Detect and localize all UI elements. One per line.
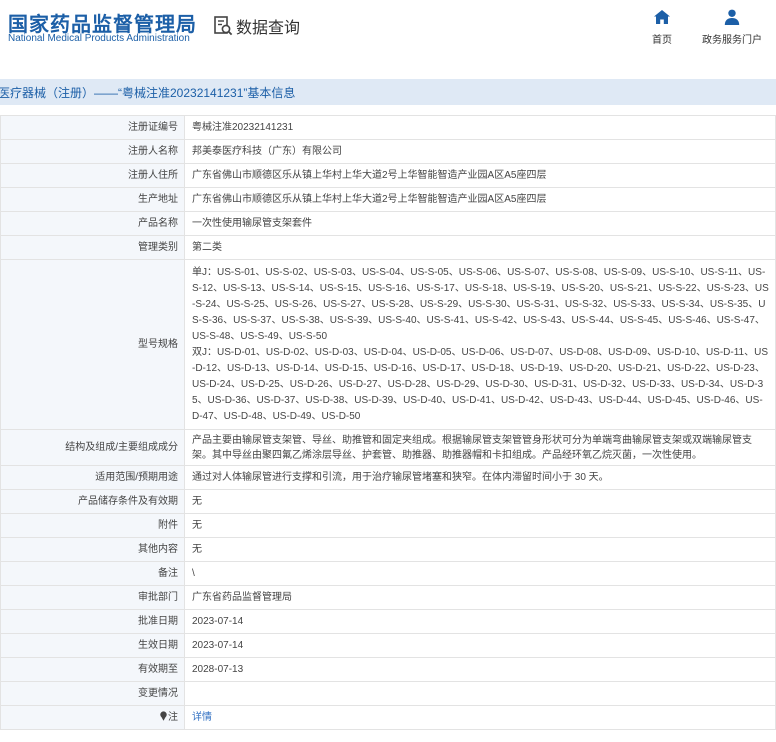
pin-icon [160, 710, 167, 721]
row-value: 详情 [184, 705, 776, 730]
table-row: 管理类别 第二类 [0, 235, 776, 260]
model-spec-single-j: 单J：US-S-01、US-S-02、US-S-03、US-S-04、US-S-… [192, 266, 769, 342]
row-value: 粤械注准20232141231 [184, 115, 776, 140]
row-value: 无 [184, 537, 776, 562]
table-row: 备注 \ [0, 561, 776, 586]
row-label-note: 注 [0, 705, 185, 730]
row-value: 广东省佛山市顺德区乐从镇上华村上华大道2号上华智能智造产业园A区A5座四层 [184, 163, 776, 188]
table-row: 注册人住所 广东省佛山市顺德区乐从镇上华村上华大道2号上华智能智造产业园A区A5… [0, 163, 776, 188]
table-row: 结构及组成/主要组成成分 产品主要由输尿管支架管、导丝、助推管和固定夹组成。根据… [0, 429, 776, 466]
nav-gov-service-portal[interactable]: 政务服务门户 [702, 8, 762, 46]
site-header: 国家药品监督管理局 National Medical Products Admi… [0, 0, 776, 60]
table-row: 批准日期 2023-07-14 [0, 609, 776, 634]
row-value: 邦美泰医疗科技（广东）有限公司 [184, 139, 776, 164]
note-label: 注 [168, 711, 178, 723]
row-value: 无 [184, 513, 776, 538]
table-row: 审批部门 广东省药品监督管理局 [0, 585, 776, 610]
row-value: 产品主要由输尿管支架管、导丝、助推管和固定夹组成。根据输尿管支架管管身形状可分为… [184, 429, 776, 466]
table-row: 其他内容 无 [0, 537, 776, 562]
table-row: 生效日期 2023-07-14 [0, 633, 776, 658]
nav-home[interactable]: 首页 [632, 8, 692, 46]
nav-gov-label: 政务服务门户 [702, 35, 762, 46]
row-label: 附件 [0, 513, 185, 538]
row-label: 适用范围/预期用途 [0, 465, 185, 490]
row-label: 注册证编号 [0, 115, 185, 140]
row-label: 变更情况 [0, 681, 185, 706]
row-label: 生效日期 [0, 633, 185, 658]
row-value: 2023-07-14 [184, 609, 776, 634]
details-link[interactable]: 详情 [192, 712, 212, 723]
row-value: 2023-07-14 [184, 633, 776, 658]
row-label: 结构及组成/主要组成成分 [0, 429, 185, 466]
row-value: 无 [184, 489, 776, 514]
row-value: 2028-07-13 [184, 657, 776, 682]
user-icon [724, 9, 740, 25]
table-row-model-spec: 型号规格 单J：US-S-01、US-S-02、US-S-03、US-S-04、… [0, 259, 776, 430]
table-row: 产品名称 一次性使用输尿管支架套件 [0, 211, 776, 236]
site-logo-subtitle: National Medical Products Administration [8, 33, 190, 44]
row-label: 审批部门 [0, 585, 185, 610]
row-label: 型号规格 [0, 259, 185, 430]
row-label: 有效期至 [0, 657, 185, 682]
data-query-link[interactable]: 数据查询 [213, 13, 300, 39]
row-label: 批准日期 [0, 609, 185, 634]
table-row: 注 详情 [0, 705, 776, 730]
row-value: 第二类 [184, 235, 776, 260]
row-value: \ [184, 561, 776, 586]
row-value: 广东省药品监督管理局 [184, 585, 776, 610]
row-label: 其他内容 [0, 537, 185, 562]
row-value: 广东省佛山市顺德区乐从镇上华村上华大道2号上华智能智造产业园A区A5座四层 [184, 187, 776, 212]
row-label: 注册人住所 [0, 163, 185, 188]
table-row: 有效期至 2028-07-13 [0, 657, 776, 682]
row-value [184, 681, 776, 706]
page-title: 医疗器械（注册）——“粤械注准20232141231”基本信息 [0, 86, 296, 100]
table-row: 附件 无 [0, 513, 776, 538]
search-document-icon [214, 16, 233, 36]
row-label: 产品名称 [0, 211, 185, 236]
page-title-bar: 医疗器械（注册）——“粤械注准20232141231”基本信息 [0, 79, 776, 105]
row-label: 注册人名称 [0, 139, 185, 164]
detail-table: 注册证编号 粤械注准20232141231 注册人名称 邦美泰医疗科技（广东）有… [0, 115, 776, 730]
table-row: 适用范围/预期用途 通过对人体输尿管进行支撑和引流，用于治疗输尿管堵塞和狭窄。在… [0, 465, 776, 490]
row-label: 生产地址 [0, 187, 185, 212]
row-label: 备注 [0, 561, 185, 586]
nav-home-label: 首页 [652, 35, 672, 46]
table-row: 产品储存条件及有效期 无 [0, 489, 776, 514]
model-spec-double-j: 双J：US-D-01、US-D-02、US-D-03、US-D-04、US-D-… [192, 346, 769, 422]
row-label: 管理类别 [0, 235, 185, 260]
table-row: 注册人名称 邦美泰医疗科技（广东）有限公司 [0, 139, 776, 164]
table-row: 生产地址 广东省佛山市顺德区乐从镇上华村上华大道2号上华智能智造产业园A区A5座… [0, 187, 776, 212]
home-icon [654, 10, 670, 24]
row-value: 单J：US-S-01、US-S-02、US-S-03、US-S-04、US-S-… [184, 259, 776, 430]
data-query-label: 数据查询 [236, 20, 301, 37]
row-value: 通过对人体输尿管进行支撑和引流，用于治疗输尿管堵塞和狭窄。在体内滞留时间小于 3… [184, 465, 776, 490]
table-row: 变更情况 [0, 681, 776, 706]
row-label: 产品储存条件及有效期 [0, 489, 185, 514]
row-value: 一次性使用输尿管支架套件 [184, 211, 776, 236]
table-row: 注册证编号 粤械注准20232141231 [0, 115, 776, 140]
